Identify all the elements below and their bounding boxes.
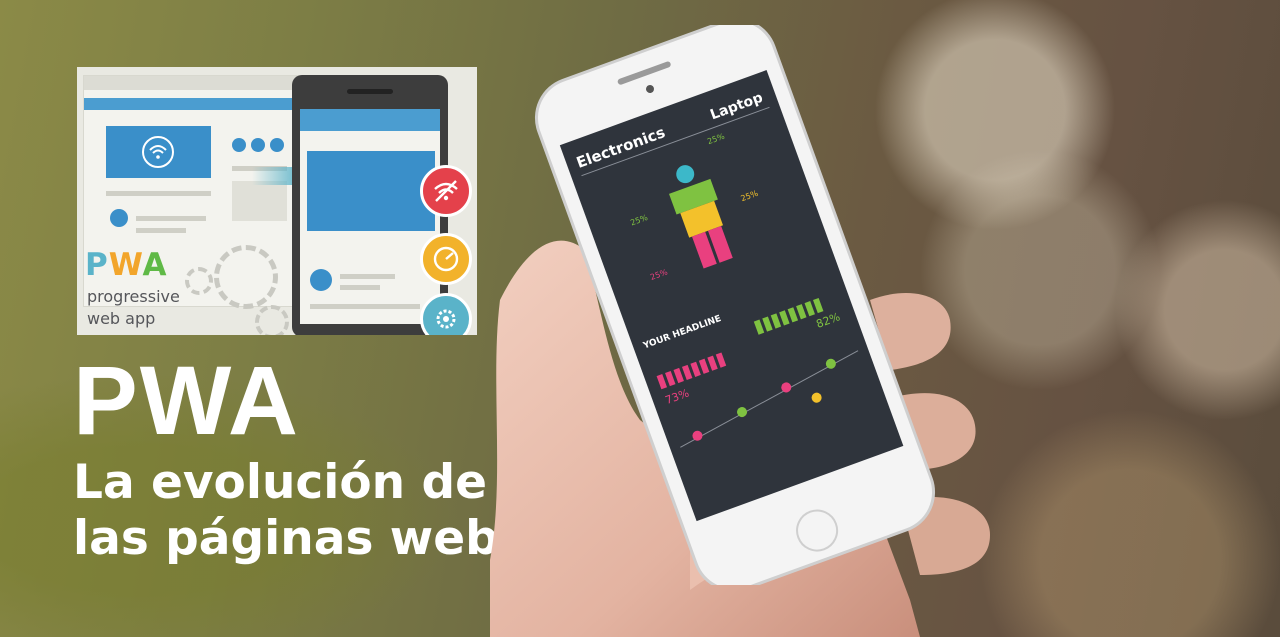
no-wifi-icon — [420, 165, 472, 217]
wifi-image-placeholder — [106, 126, 211, 178]
dot-graphic — [232, 138, 246, 152]
avatar-graphic — [310, 269, 332, 291]
pwa-illustration: PWA progressive web app — [77, 67, 477, 335]
avatar-graphic — [110, 209, 128, 227]
text-line-graphic — [136, 216, 206, 221]
text-line-graphic — [106, 191, 211, 196]
pwa-subtitle-line1: progressive — [87, 287, 180, 306]
smartphone: Electronics Laptop 25% 25% 25% 25% YOUR … — [534, 25, 936, 585]
pwa-logo: PWA — [85, 247, 168, 283]
pwa-logo-letter-w: W — [108, 247, 143, 283]
dot-graphic — [251, 138, 265, 152]
gear-decoration-icon — [255, 305, 289, 335]
speaker-graphic — [347, 89, 393, 94]
headline-title: PWA — [73, 346, 300, 455]
mobile-header-stripe — [300, 109, 440, 131]
speedometer-icon — [420, 233, 472, 285]
pwa-logo-letter-a: A — [142, 247, 168, 283]
gear-decoration-icon — [214, 245, 278, 309]
text-line-graphic — [136, 228, 186, 233]
gear-icon — [420, 293, 472, 335]
text-line-graphic — [340, 285, 380, 290]
dot-graphic — [270, 138, 284, 152]
block-graphic — [232, 181, 287, 221]
gear-decoration-icon — [185, 267, 213, 295]
text-line-graphic — [310, 304, 420, 309]
wifi-icon — [142, 136, 174, 168]
pwa-logo-letter-p: P — [85, 247, 109, 283]
mobile-image-placeholder — [307, 151, 435, 231]
text-line-graphic — [340, 274, 395, 279]
pwa-subtitle-line2: web app — [87, 309, 156, 328]
mobile-screen-graphic — [300, 109, 440, 324]
headline-subtitle-line2: las páginas web — [73, 511, 499, 566]
headline-subtitle-line1: La evolución de — [73, 455, 488, 510]
